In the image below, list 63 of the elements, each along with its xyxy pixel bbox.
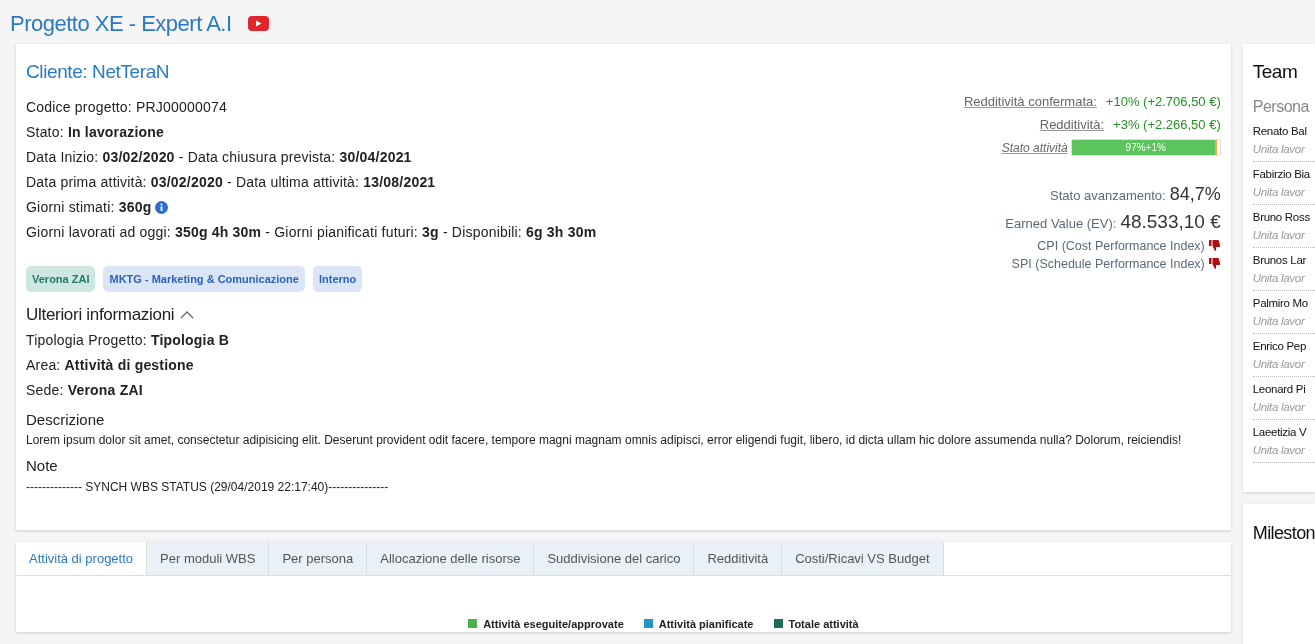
- tag: Interno: [312, 265, 363, 292]
- milestones-title: Mileston: [1252, 523, 1315, 543]
- member-role: Unita lavor: [1252, 227, 1306, 243]
- legend-label: Attività pianificate: [658, 616, 754, 632]
- metric-label: Stato avanzamento:: [1050, 187, 1166, 205]
- index-label: CPI (Cost Performance Index): [1037, 237, 1205, 255]
- info-line: Sede: Verona ZAI: [26, 380, 144, 400]
- tab[interactable]: Costi/Ricavi VS Budget: [782, 542, 944, 575]
- member-name: Laeetizia V: [1252, 424, 1308, 440]
- info-icon[interactable]: [155, 200, 169, 214]
- tab[interactable]: Redditività: [694, 542, 783, 575]
- member-role: Unita lavor: [1252, 399, 1306, 415]
- section-title: Ulteriori informazioni: [26, 304, 175, 326]
- tab[interactable]: Attività di progetto: [16, 542, 148, 575]
- info-line: Area: Attività di gestione: [26, 355, 195, 375]
- tab[interactable]: Allocazione delle risorse: [367, 542, 535, 575]
- section-title: Descrizione: [26, 409, 106, 430]
- metric-value: +10% (+2.706,50 €): [1105, 93, 1221, 111]
- tab[interactable]: Per persona: [269, 542, 368, 575]
- legend-label: Totale attività: [788, 616, 859, 632]
- info-line: Tipologia Progetto: Tipologia B: [26, 330, 231, 350]
- member-name: Fabirzio Bia: [1252, 166, 1311, 182]
- client-title: Cliente: NetTeraN: [26, 60, 171, 84]
- column-header: Persona: [1252, 96, 1311, 117]
- project-info-line: Giorni stimati: 360g: [26, 197, 152, 217]
- tag: Verona ZAI: [26, 265, 96, 292]
- metric-label: Stato attività: [1001, 139, 1068, 157]
- legend-label: Attività eseguite/approvate: [483, 616, 624, 632]
- member-role: Unita lavor: [1252, 141, 1306, 157]
- member-name: Enrico Pep: [1252, 338, 1308, 354]
- member-role: Unita lavor: [1252, 184, 1306, 200]
- page-title: Progetto XE - Expert A.I: [10, 9, 232, 38]
- note-text: -------------- SYNCH WBS STATUS (29/04/2019 22:17:40)---------------: [26, 478, 390, 496]
- tab[interactable]: Per moduli WBS: [147, 542, 270, 575]
- progress-text: 97%+1%: [1124, 141, 1167, 155]
- member-name: Leonard Pi: [1252, 381, 1307, 397]
- metric-label: Earned Value (EV):: [1005, 215, 1117, 233]
- project-info-line: Data Inizio: 03/02/2020 - Data chiusura prevista: 30/04/2021: [26, 147, 412, 167]
- team-title: Team: [1252, 60, 1299, 84]
- member-name: Brunos Lar: [1252, 252, 1308, 268]
- tag: MKTG - Marketing & Comunicazione: [103, 265, 305, 292]
- project-info-line: Codice progetto: PRJ00000074: [26, 97, 227, 117]
- metric-value: 84,7%: [1169, 183, 1221, 206]
- video-play-icon[interactable]: [247, 15, 269, 31]
- member-role: Unita lavor: [1252, 356, 1306, 372]
- project-info-line: Giorni lavorati ad oggi: 350g 4h 30m - Giorni pianificati futuri: 3g - Disponibili: 6g 3h 30m: [26, 222, 597, 242]
- member-role: Unita lavor: [1252, 313, 1306, 329]
- index-label: SPI (Schedule Performance Index): [1011, 255, 1205, 273]
- member-role: Unita lavor: [1252, 442, 1306, 458]
- member-name: Renato Bal: [1252, 123, 1308, 139]
- member-name: Palmiro Mo: [1252, 295, 1309, 311]
- project-info-line: Stato: In lavorazione: [26, 122, 165, 142]
- metric-value: +3% (+2.266,50 €): [1113, 116, 1221, 134]
- member-name: Bruno Ross: [1252, 209, 1311, 225]
- metric-label: Redditività confermata:: [963, 93, 1097, 111]
- member-role: Unita lavor: [1252, 270, 1306, 286]
- metric-label: Redditività:: [1039, 116, 1105, 134]
- description-text: Lorem ipsum dolor sit amet, consectetur adipisicing elit. Deserunt provident odit facere, tempore magni magnam omnis adipisci, error eligendi fugit, libero, id dicta ullam hic dolore assumenda nulla? Dolorum, reiciendis!: [26, 432, 1183, 449]
- chevron-up-icon[interactable]: [180, 310, 195, 320]
- project-info-line: Data prima attività: 03/02/2020 - Data ultima attività: 13/08/2021: [26, 172, 436, 192]
- metric-value: 48.533,10 €: [1120, 210, 1221, 234]
- section-title: Note: [26, 456, 59, 476]
- tab[interactable]: Suddivisione del carico: [534, 542, 695, 575]
